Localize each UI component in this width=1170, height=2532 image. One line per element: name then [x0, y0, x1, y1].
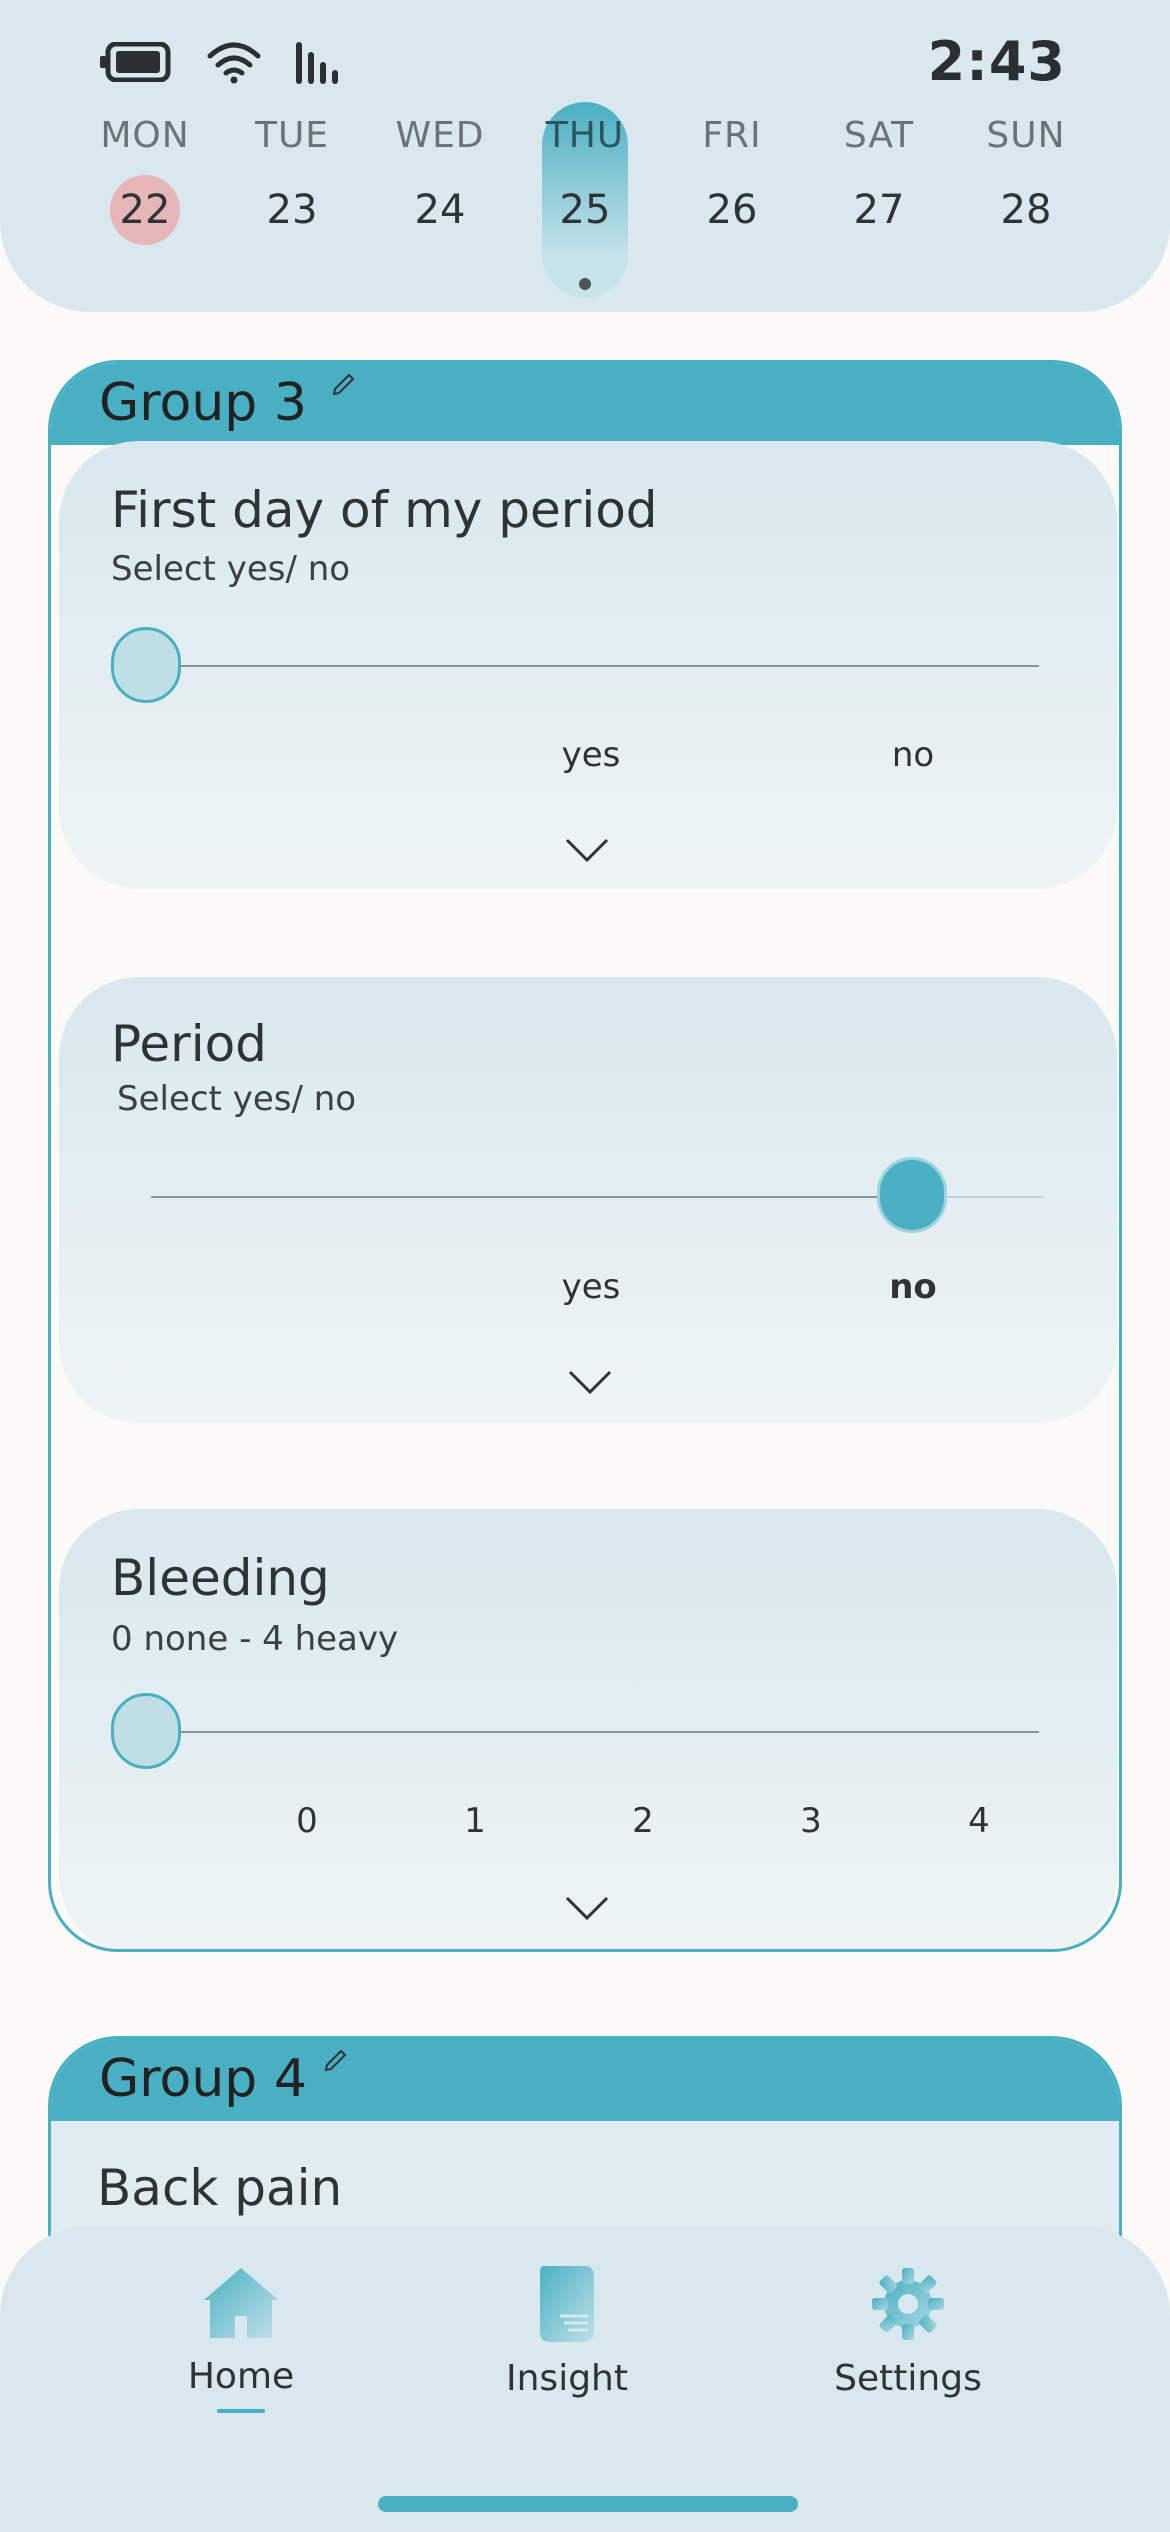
- option-2[interactable]: 2: [593, 1801, 693, 1841]
- day-sun[interactable]: SUN 28: [966, 108, 1086, 248]
- day-tue[interactable]: TUE 23: [232, 108, 352, 248]
- day-date: 23: [266, 187, 318, 233]
- card-title: First day of my period: [111, 481, 658, 539]
- nav-insight[interactable]: Insight: [467, 2266, 667, 2399]
- group-title: Group 3: [99, 373, 307, 433]
- status-time: 2:43: [927, 30, 1066, 93]
- day-name: SAT: [843, 115, 915, 156]
- day-date: 28: [1000, 187, 1052, 233]
- group-header: Group 3: [51, 363, 1119, 445]
- group-3: Group 3 First day of my period Select ye…: [48, 360, 1122, 1952]
- home-icon: [141, 2266, 341, 2340]
- today-indicator-dot: [579, 278, 591, 290]
- option-1[interactable]: 1: [425, 1801, 525, 1841]
- day-wed[interactable]: WED 24: [380, 108, 500, 248]
- day-date: 22: [110, 175, 180, 245]
- header: 2:43 MON 22 TUE 23 WED 24 THU 25 FRI 26 …: [0, 0, 1170, 312]
- slider-thumb[interactable]: [877, 1157, 947, 1233]
- chevron-down-icon[interactable]: [565, 1895, 609, 1925]
- card-title: Period: [111, 1015, 267, 1073]
- slider-thumb[interactable]: [111, 1693, 181, 1769]
- nav-label: Home: [187, 2356, 295, 2397]
- card-subtitle: Select yes/ no: [117, 1079, 357, 1119]
- option-yes[interactable]: yes: [541, 1267, 641, 1307]
- bottom-navigation: Home Insight Settings: [0, 2226, 1170, 2532]
- nav-label: Insight: [506, 2358, 628, 2399]
- chevron-down-icon[interactable]: [568, 1369, 612, 1399]
- question-card-bleeding: Bleeding 0 none - 4 heavy 0 1 2 3 4: [59, 1509, 1117, 1949]
- edit-pencil-icon[interactable]: [321, 2043, 351, 2077]
- slider-track-remaining: [931, 1196, 1043, 1198]
- gear-icon: [808, 2266, 1008, 2342]
- slider-track[interactable]: [159, 1731, 1039, 1733]
- card-subtitle: Select yes/ no: [111, 549, 351, 589]
- day-sat[interactable]: SAT 27: [819, 108, 939, 248]
- nav-home[interactable]: Home: [141, 2266, 341, 2413]
- wifi-icon: [206, 40, 262, 84]
- signal-icon: [296, 40, 342, 84]
- group-header: Group 4: [51, 2039, 1119, 2121]
- question-card-period: Period Select yes/ no yes no: [59, 977, 1117, 1423]
- option-no[interactable]: no: [863, 735, 963, 775]
- card-title: Bleeding: [111, 1549, 330, 1607]
- day-date: 24: [414, 187, 466, 233]
- day-name: MON: [100, 115, 190, 156]
- slider-track[interactable]: [151, 1196, 931, 1198]
- home-indicator-bar[interactable]: [378, 2496, 798, 2512]
- option-yes[interactable]: yes: [541, 735, 641, 775]
- edit-pencil-icon[interactable]: [329, 367, 359, 401]
- nav-label: Settings: [834, 2358, 982, 2399]
- insight-icon: [467, 2266, 667, 2342]
- nav-settings[interactable]: Settings: [808, 2266, 1008, 2399]
- day-name: WED: [395, 115, 485, 156]
- group-title: Group 4: [99, 2049, 307, 2109]
- card-subtitle: 0 none - 4 heavy: [111, 1619, 399, 1659]
- card-title: Back pain: [97, 2159, 343, 2217]
- day-fri[interactable]: FRI 26: [672, 108, 792, 248]
- day-date: 25: [559, 187, 611, 233]
- question-card-first-day: First day of my period Select yes/ no ye…: [59, 441, 1117, 889]
- active-indicator: [217, 2409, 265, 2413]
- option-0[interactable]: 0: [257, 1801, 357, 1841]
- option-4[interactable]: 4: [929, 1801, 1029, 1841]
- slider-thumb[interactable]: [111, 627, 181, 703]
- status-icons: [100, 40, 342, 84]
- slider-track[interactable]: [159, 665, 1039, 667]
- battery-icon: [100, 42, 172, 82]
- option-no-selected[interactable]: no: [863, 1267, 963, 1307]
- day-name: SUN: [986, 115, 1066, 156]
- day-date: 26: [706, 187, 758, 233]
- chevron-down-icon[interactable]: [565, 837, 609, 867]
- day-name: TUE: [254, 115, 330, 156]
- day-thu-selected[interactable]: THU 25: [525, 102, 645, 298]
- day-date: 27: [853, 187, 905, 233]
- day-name: THU: [545, 115, 625, 156]
- day-name: FRI: [702, 115, 762, 156]
- option-3[interactable]: 3: [761, 1801, 861, 1841]
- week-strip: MON 22 TUE 23 WED 24 THU 25 FRI 26 SAT 2…: [0, 102, 1170, 308]
- day-mon[interactable]: MON 22: [85, 108, 205, 245]
